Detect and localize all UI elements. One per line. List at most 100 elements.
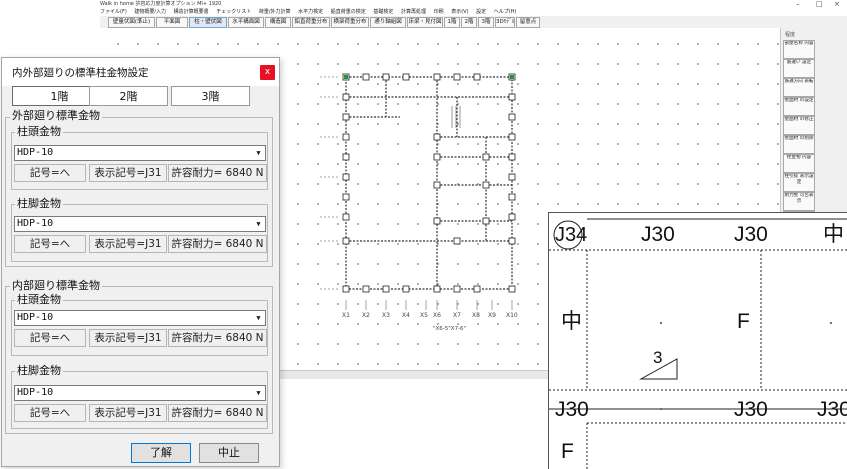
zoom-label-naka-left: 中 (561, 310, 582, 333)
toolbar-button[interactable]: 壁量伏図(準止) (108, 17, 155, 28)
axis-label-x6: X6 (433, 312, 441, 319)
outer-head-display: 表示記号=J31 (89, 164, 167, 182)
inner-foot-label: 柱脚金物 (15, 364, 63, 377)
minimize-icon[interactable]: – (796, 0, 800, 8)
zoom-label-j30: J30 (817, 398, 847, 421)
chevron-down-icon[interactable]: ▼ (253, 218, 264, 230)
floor-button[interactable]: 1階 (444, 17, 460, 28)
outer-foot-display: 表示記号=J31 (89, 235, 167, 253)
inner-foot-value: HDP-10 (17, 387, 54, 398)
axis-label-x1: X1 (342, 312, 350, 319)
toolbar-button[interactable]: 鉛直荷重分布 (292, 17, 330, 28)
menu-item[interactable]: 印刷 (434, 9, 444, 15)
toolbar-button[interactable]: 3Dﾓﾃﾞﾙ (495, 17, 515, 28)
dialog-title: 内外部廻りの標準柱金物設定 (12, 67, 149, 79)
menu-item[interactable]: 荷重/外力計算 (259, 9, 291, 15)
inner-head-capacity: 許容耐力= 6840 N (168, 329, 267, 347)
side-button[interactable]: 耐力壁 可否表示 (783, 192, 815, 211)
menu-item[interactable]: 鉛直荷重の検定 (331, 9, 366, 15)
side-button[interactable]: 壁面材 の修正 (783, 116, 815, 135)
zoom-label-naka: 中 (823, 223, 844, 246)
dimension-note: "X6-5"X7-6" (433, 326, 467, 332)
chevron-down-icon[interactable]: ▼ (253, 312, 264, 324)
side-panel-label: 程度 (785, 32, 796, 38)
menu-item[interactable]: 表示(V) (451, 9, 468, 15)
inner-foot-display: 表示記号=J31 (89, 404, 167, 422)
tab-floor-2[interactable]: 2階 (89, 86, 168, 106)
outer-group-title: 外部廻り標準金物 (10, 109, 102, 122)
axis-label-x10: X10 (506, 312, 518, 319)
close-icon[interactable]: × (834, 0, 840, 8)
inner-head-group (11, 300, 268, 356)
inner-head-select[interactable]: HDP-10 ▼ (14, 310, 266, 326)
zoom-label-j30: J30 (734, 398, 768, 421)
toolbar-button[interactable]: 平面図 (156, 17, 188, 28)
side-button[interactable]: 部屋名称 内容 (783, 40, 815, 59)
menu-item[interactable]: 水平力検定 (298, 9, 323, 15)
zoom-label-f-bottom: F (561, 440, 574, 463)
zoom-label-j30: J30 (641, 223, 675, 246)
floor-button[interactable]: 3階 (478, 17, 494, 28)
menu-item[interactable]: 設定 (476, 9, 486, 15)
zoom-drawing (549, 218, 847, 469)
side-button[interactable]: 筋違い 設定 (783, 59, 815, 78)
zoom-label-j34: J34 (555, 224, 588, 246)
toolbar-button[interactable]: 水平構面図 (228, 17, 264, 28)
side-button[interactable]: 柱金物 内容 (783, 154, 815, 173)
dialog-titlebar: 内外部廻りの標準柱金物設定 x (2, 58, 279, 86)
outer-head-symbol: 記号=へ (14, 164, 86, 182)
inner-foot-symbol: 記号=へ (14, 404, 86, 422)
inner-group-title: 内部廻り標準金物 (10, 279, 102, 292)
toolbar-button[interactable]: 横架荷重分布 (331, 17, 369, 28)
menu-bar: ファイル(F) 建物概要/入力 構造計算概要書 チェックリスト 荷重/外力計算 … (100, 8, 847, 16)
zoom-label-3: 3 (653, 348, 663, 367)
axis-label-x4: X4 (402, 312, 410, 319)
toolbar-button[interactable]: 留意点 (516, 17, 540, 28)
axis-label-x8: X8 (472, 312, 480, 319)
axis-label-x3: X3 (382, 312, 390, 319)
menu-item[interactable]: 建物概要/入力 (134, 9, 166, 15)
outer-foot-group (11, 204, 268, 262)
ok-button[interactable]: 了解 (131, 443, 191, 463)
inner-head-display: 表示記号=J31 (89, 329, 167, 347)
toolbar-button[interactable]: 通り軸組図 (370, 17, 406, 28)
app-title: Walk in home 許容応力度計算オプション MI+ 1920 (100, 1, 222, 7)
outer-head-select[interactable]: HDP-10 ▼ (14, 145, 266, 161)
outer-foot-symbol: 記号=へ (14, 235, 86, 253)
app-titlebar: Walk in home 許容応力度計算オプション MI+ 1920 – □ × (0, 0, 847, 8)
toolbar-button[interactable]: 構造図 (265, 17, 291, 28)
menu-item[interactable]: チェックリスト (216, 9, 251, 15)
zoom-inset: J34 J30 J30 中 中 F 3 J30 J30 J30 F (548, 212, 847, 469)
axis-label-x2: X2 (362, 312, 370, 319)
side-button[interactable]: 筋違方向 表転 (783, 78, 815, 97)
menu-item[interactable]: 計算再処理 (401, 9, 426, 15)
maximize-icon[interactable]: □ (816, 0, 823, 8)
menu-item[interactable]: 基礎検定 (373, 9, 393, 15)
toolbar-button[interactable]: 床梁・見付図 (407, 17, 443, 28)
outer-foot-select[interactable]: HDP-10 ▼ (14, 216, 266, 232)
floor-button[interactable]: 2階 (461, 17, 477, 28)
menu-item[interactable]: ファイル(F) (100, 9, 127, 15)
toolbar-button-active[interactable]: 柱・壁伏図 (189, 17, 227, 28)
chevron-down-icon[interactable]: ▼ (253, 147, 264, 159)
outer-foot-capacity: 許容耐力= 6840 N (168, 235, 267, 253)
menu-item[interactable]: 構造計算概要書 (174, 9, 209, 15)
tab-floor-3[interactable]: 3階 (171, 86, 250, 106)
dialog-close-button[interactable]: x (260, 65, 275, 80)
outer-foot-value: HDP-10 (17, 218, 54, 229)
side-button[interactable]: 壁面材 の削除 (783, 135, 815, 154)
side-button[interactable]: 壁面材 の設定 (783, 97, 815, 116)
outer-head-capacity: 許容耐力= 6840 N (168, 164, 267, 182)
inner-head-symbol: 記号=へ (14, 329, 86, 347)
zoom-label-j30: J30 (555, 398, 589, 421)
chevron-down-icon[interactable]: ▼ (253, 387, 264, 399)
cancel-button[interactable]: 中止 (199, 443, 259, 463)
axis-label-x5: X5 (420, 312, 428, 319)
menu-item[interactable]: ヘルプ(H) (494, 9, 517, 15)
side-button[interactable]: 柱引抜 表示設定 (783, 173, 815, 192)
inner-head-label: 柱頭金物 (15, 293, 63, 306)
inner-foot-select[interactable]: HDP-10 ▼ (14, 385, 266, 401)
outer-foot-label: 柱脚金物 (15, 197, 63, 210)
zoom-label-j30: J30 (734, 223, 768, 246)
axis-label-x7: X7 (453, 312, 461, 319)
